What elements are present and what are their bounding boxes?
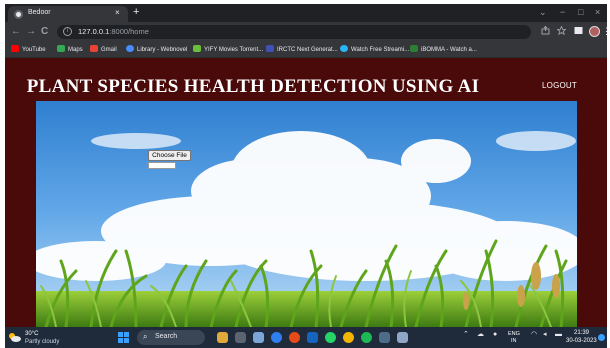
watch-free-icon: [340, 45, 348, 52]
new-tab-button[interactable]: +: [133, 7, 139, 18]
battery-icon[interactable]: ▬: [555, 331, 562, 339]
yify-icon: [193, 45, 201, 52]
search-icon: ⌕: [143, 332, 148, 341]
weather-widget[interactable]: 30°C Partly cloudy: [8, 330, 68, 346]
tab-title: Bedoor: [28, 9, 51, 16]
choose-file-button[interactable]: Choose File: [148, 150, 191, 161]
widgets-icon[interactable]: [217, 332, 228, 343]
maps-icon: [57, 45, 65, 52]
bookmark-label: Gmail: [101, 47, 117, 53]
toolbar: ← → C i 127.0.0.1:8000/home ⋮: [5, 22, 607, 42]
tab-search-icon[interactable]: ⌄: [539, 7, 547, 17]
bookmark-irctc[interactable]: IRCTC Next Generat...: [266, 45, 338, 55]
chrome-icon[interactable]: [289, 332, 300, 343]
clock-time[interactable]: 21:39: [574, 330, 589, 336]
file-input-field[interactable]: [148, 162, 176, 169]
task-view-icon[interactable]: [235, 332, 246, 343]
bookmark-webnovel[interactable]: Library - Webnovel: [126, 45, 187, 55]
temperature: 30°C: [25, 331, 39, 337]
bookmark-label: Library - Webnovel: [137, 47, 188, 53]
star-icon[interactable]: [557, 26, 566, 35]
weather-condition: Partly cloudy: [25, 339, 60, 345]
terminal-icon[interactable]: [379, 332, 390, 343]
bookmarks-bar: YouTube Maps Gmail Library - Webnovel YI…: [5, 42, 607, 58]
edge-icon[interactable]: [271, 332, 282, 343]
forward-button[interactable]: →: [26, 26, 36, 37]
tab-strip: Bedoor × + ⌄ − □ ×: [5, 4, 607, 22]
bookmark-watch-free[interactable]: Watch Free Streami...: [340, 45, 409, 55]
wifi-icon[interactable]: ◠: [531, 331, 537, 339]
youtube-icon: [11, 45, 19, 52]
spotify-icon[interactable]: [361, 332, 372, 343]
bookmark-gmail[interactable]: Gmail: [90, 45, 117, 55]
app-icon[interactable]: [343, 332, 354, 343]
url-path: :8000/home: [109, 27, 149, 36]
logout-link[interactable]: LOGOUT: [542, 81, 577, 90]
share-icon[interactable]: [541, 26, 550, 35]
taskbar-search[interactable]: ⌕ Search: [137, 330, 205, 345]
browser-window: Bedoor × + ⌄ − □ × ← → C i 127.0.0.1:800…: [5, 4, 607, 348]
partly-cloudy-icon: [9, 333, 21, 342]
bookmark-label: iBOMMA - Watch a...: [421, 47, 477, 53]
page-title: PLANT SPECIES HEALTH DETECTION USING AI: [26, 76, 480, 97]
favicon-icon: [14, 10, 23, 19]
store-icon[interactable]: [307, 332, 318, 343]
profile-avatar[interactable]: [589, 26, 600, 37]
irctc-icon: [266, 45, 274, 52]
region[interactable]: IN: [511, 338, 517, 344]
close-window-button[interactable]: ×: [595, 7, 600, 17]
chevron-up-icon[interactable]: ⌃: [463, 331, 469, 339]
language[interactable]: ENG: [508, 331, 520, 337]
back-button[interactable]: ←: [11, 26, 21, 37]
bookmark-yify[interactable]: YIFY Movies Torrent...: [193, 45, 263, 55]
clock-date[interactable]: 30-03-2023: [566, 338, 597, 344]
address-bar[interactable]: i 127.0.0.1:8000/home: [57, 25, 531, 39]
onedrive-icon[interactable]: ●: [493, 331, 497, 339]
whatsapp-icon[interactable]: [325, 332, 336, 343]
file-explorer-icon[interactable]: [253, 332, 264, 343]
taskbar: 30°C Partly cloudy ⌕ Search ⌃ ☁ ● ENG IN…: [5, 327, 607, 348]
webnovel-icon: [126, 45, 134, 52]
url-text[interactable]: 127.0.0.1:8000/home: [78, 27, 149, 36]
bookmark-label: IRCTC Next Generat...: [277, 47, 338, 53]
bookmark-maps[interactable]: Maps: [57, 45, 83, 55]
cloud-icon[interactable]: ☁: [477, 331, 484, 339]
reload-button[interactable]: C: [41, 26, 48, 37]
bookmark-label: YouTube: [22, 47, 46, 53]
bookmark-label: Maps: [68, 47, 83, 53]
browser-tab[interactable]: Bedoor ×: [8, 6, 128, 22]
tab-close-icon[interactable]: ×: [115, 8, 120, 17]
gmail-icon: [90, 45, 98, 52]
volume-icon[interactable]: ◂: [543, 331, 547, 339]
bookmark-label: Watch Free Streami...: [351, 47, 410, 53]
bookmark-label: YIFY Movies Torrent...: [204, 47, 264, 53]
bookmark-ibomma[interactable]: iBOMMA - Watch a...: [410, 45, 477, 55]
bookmark-youtube[interactable]: YouTube: [11, 45, 46, 55]
hero-image: Choose File: [36, 101, 577, 327]
minimize-button[interactable]: −: [560, 7, 565, 17]
maximize-button[interactable]: □: [578, 7, 583, 17]
notification-icon[interactable]: [598, 334, 605, 341]
search-label: Search: [155, 333, 178, 340]
ibomma-icon: [410, 45, 418, 52]
info-icon[interactable]: i: [63, 27, 72, 36]
windows-start-icon[interactable]: [118, 332, 130, 344]
menu-icon[interactable]: ⋮: [602, 26, 607, 37]
sky-grass-illustration: [36, 101, 577, 327]
url-host: 127.0.0.1: [78, 27, 110, 36]
photos-icon[interactable]: [397, 332, 408, 343]
sidebar-icon[interactable]: [574, 26, 583, 35]
page-viewport: PLANT SPECIES HEALTH DETECTION USING AI …: [5, 58, 607, 327]
